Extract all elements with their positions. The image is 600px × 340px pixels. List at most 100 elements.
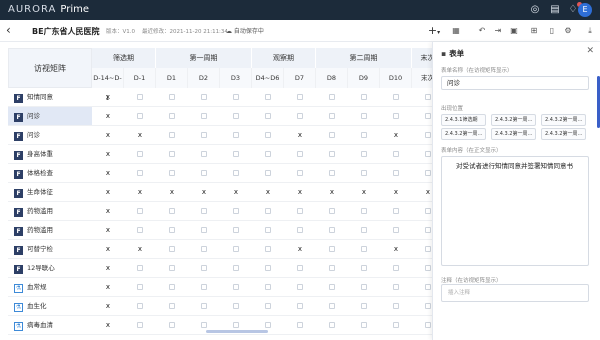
matrix-cell-empty[interactable] (380, 107, 412, 126)
matrix-row-label[interactable]: F 12导联心 (8, 259, 92, 278)
matrix-row-label[interactable]: F 体格检查 (8, 164, 92, 183)
undo-icon[interactable]: ↶ (476, 25, 488, 37)
matrix-row-label[interactable]: F 药物滥用 (8, 202, 92, 221)
matrix-cell-empty[interactable] (380, 297, 412, 316)
matrix-cell-empty[interactable] (316, 221, 348, 240)
matrix-cell-empty[interactable] (220, 145, 252, 164)
matrix-cell-empty[interactable] (188, 88, 220, 107)
matrix-cell-checked[interactable]: x (284, 240, 316, 259)
matrix-cell-empty[interactable] (220, 259, 252, 278)
matrix-cell-empty[interactable] (316, 297, 348, 316)
matrix-cell-empty[interactable] (220, 202, 252, 221)
matrix-cell-checked[interactable]: x (92, 240, 124, 259)
matrix-cell-checked[interactable]: x (348, 183, 380, 202)
matrix-cell-empty[interactable] (156, 259, 188, 278)
matrix-cell-checked[interactable]: x (92, 202, 124, 221)
matrix-cell-empty[interactable] (156, 107, 188, 126)
matrix-cell-empty[interactable] (412, 88, 432, 107)
matrix-cell-checked[interactable]: x (380, 240, 412, 259)
matrix-row-label[interactable]: ⚗ 血常规 (8, 278, 92, 297)
matrix-cell-checked[interactable]: x (220, 183, 252, 202)
form-content-textarea[interactable]: 对受试者进行知情同意并签署知情同意书 (441, 156, 589, 266)
matrix-cell-empty[interactable] (188, 297, 220, 316)
matrix-cell-empty[interactable] (380, 202, 412, 221)
matrix-cell-checked[interactable]: x (156, 183, 188, 202)
matrix-cell-checked[interactable]: x (92, 164, 124, 183)
matrix-cell-empty[interactable] (220, 297, 252, 316)
matrix-cell-empty[interactable] (124, 164, 156, 183)
matrix-cell-empty[interactable] (316, 278, 348, 297)
matrix-cell-empty[interactable] (252, 316, 284, 335)
matrix-cell-empty[interactable] (220, 278, 252, 297)
matrix-cell-empty[interactable] (412, 240, 432, 259)
matrix-cell-checked[interactable]: x (124, 183, 156, 202)
matrix-cell-empty[interactable] (156, 202, 188, 221)
matrix-cell-checked[interactable]: x (92, 278, 124, 297)
matrix-cell-empty[interactable] (252, 259, 284, 278)
matrix-cell-empty[interactable] (156, 240, 188, 259)
matrix-cell-checked[interactable]: x (316, 183, 348, 202)
matrix-cell-empty[interactable] (380, 221, 412, 240)
matrix-cell-empty[interactable] (188, 126, 220, 145)
layout-icon[interactable]: ⊞ (528, 25, 540, 37)
matrix-cell-empty[interactable] (348, 221, 380, 240)
matrix-cell-empty[interactable] (252, 107, 284, 126)
visit-header[interactable]: D3 (220, 68, 252, 88)
matrix-row-label[interactable]: F 问诊 (8, 126, 92, 145)
matrix-cell-empty[interactable] (252, 297, 284, 316)
matrix-cell-checked[interactable]: x (380, 183, 412, 202)
location-tag[interactable]: 2.4.3.1筛选期 (441, 114, 486, 126)
matrix-cell-checked[interactable]: x (92, 259, 124, 278)
matrix-cell-checked[interactable]: x (252, 183, 284, 202)
globe-icon[interactable]: ◎ (528, 3, 542, 17)
mobile-icon[interactable]: ▯ (546, 25, 558, 37)
matrix-cell-empty[interactable] (316, 145, 348, 164)
matrix-cell-empty[interactable] (284, 221, 316, 240)
matrix-cell-empty[interactable] (316, 259, 348, 278)
matrix-cell-empty[interactable] (156, 126, 188, 145)
matrix-cell-empty[interactable] (284, 278, 316, 297)
matrix-cell-checked[interactable]: x (92, 297, 124, 316)
matrix-cell-empty[interactable] (124, 107, 156, 126)
visit-header[interactable]: D-14~D-1 (92, 68, 124, 102)
matrix-cell-checked[interactable]: x (92, 221, 124, 240)
visit-header[interactable]: 末次 (412, 68, 432, 88)
matrix-cell-empty[interactable] (284, 164, 316, 183)
matrix-cell-empty[interactable] (124, 316, 156, 335)
matrix-cell-empty[interactable] (412, 107, 432, 126)
matrix-cell-empty[interactable] (188, 107, 220, 126)
matrix-cell-empty[interactable] (124, 202, 156, 221)
matrix-cell-empty[interactable] (188, 164, 220, 183)
matrix-cell-empty[interactable] (316, 88, 348, 107)
matrix-cell-empty[interactable] (284, 88, 316, 107)
matrix-cell-empty[interactable] (252, 221, 284, 240)
matrix-cell-checked[interactable]: x (124, 126, 156, 145)
matrix-row-label[interactable]: ⚗ 病毒血清 (8, 316, 92, 335)
matrix-cell-empty[interactable] (124, 145, 156, 164)
matrix-cell-empty[interactable] (220, 164, 252, 183)
matrix-cell-empty[interactable] (316, 316, 348, 335)
matrix-cell-empty[interactable] (412, 164, 432, 183)
matrix-cell-empty[interactable] (284, 316, 316, 335)
add-button[interactable]: +▾ (426, 25, 442, 37)
matrix-cell-empty[interactable] (220, 240, 252, 259)
matrix-row-label[interactable]: F 知情同意 (8, 88, 92, 107)
matrix-cell-empty[interactable] (380, 259, 412, 278)
matrix-cell-empty[interactable] (412, 221, 432, 240)
matrix-row-label[interactable]: F 可替宁检 (8, 240, 92, 259)
matrix-cell-empty[interactable] (316, 164, 348, 183)
matrix-cell-empty[interactable] (156, 88, 188, 107)
matrix-cell-empty[interactable] (412, 297, 432, 316)
matrix-cell-empty[interactable] (252, 240, 284, 259)
matrix-cell-empty[interactable] (348, 202, 380, 221)
matrix-cell-checked[interactable]: x (188, 183, 220, 202)
file-icon[interactable]: ▤ (548, 3, 562, 17)
matrix-cell-empty[interactable] (156, 297, 188, 316)
matrix-cell-empty[interactable] (156, 221, 188, 240)
matrix-cell-empty[interactable] (252, 126, 284, 145)
matrix-cell-checked[interactable]: x (284, 126, 316, 145)
avatar[interactable]: E (578, 3, 592, 17)
matrix-cell-empty[interactable] (412, 202, 432, 221)
matrix-cell-empty[interactable] (348, 259, 380, 278)
matrix-cell-empty[interactable] (220, 88, 252, 107)
